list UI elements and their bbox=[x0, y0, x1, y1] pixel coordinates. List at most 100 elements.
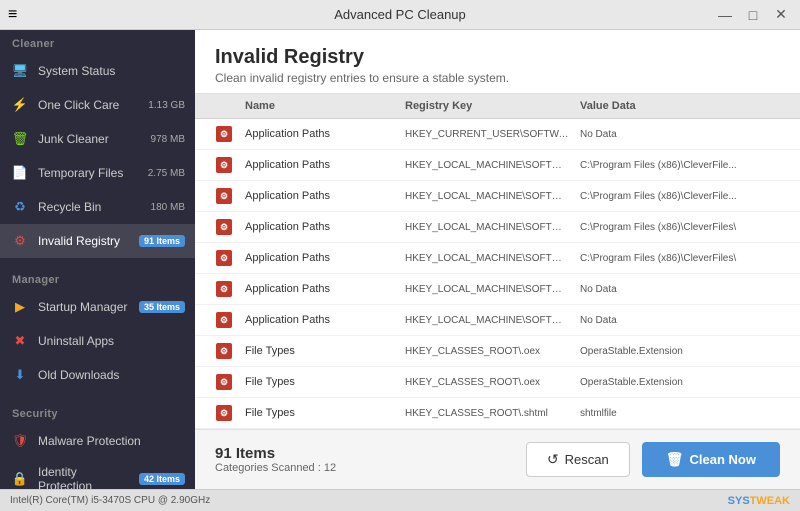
row-name: Application Paths bbox=[245, 221, 405, 233]
row-value: C:\Program Files (x86)\CleverFile... bbox=[580, 160, 780, 171]
minimize-button[interactable]: — bbox=[714, 4, 736, 26]
startup-manager-badge: 35 Items bbox=[139, 301, 185, 313]
row-key: HKEY_LOCAL_MACHINE\SOFTWARE\Classes\Appl… bbox=[405, 191, 580, 202]
sidebar-label-temporary-files: Temporary Files bbox=[38, 166, 140, 180]
item-count: 91 Items bbox=[215, 445, 336, 462]
rescan-button[interactable]: ↺ Rescan bbox=[526, 442, 630, 477]
row-name: Application Paths bbox=[245, 190, 405, 202]
sidebar-item-one-click-care[interactable]: ⚡ One Click Care 1.13 GB bbox=[0, 88, 195, 122]
row-name: Application Paths bbox=[245, 314, 405, 326]
malware-icon: 🛡 bbox=[10, 431, 30, 451]
app-body: Cleaner 🖥 System Status ⚡ One Click Care… bbox=[0, 30, 800, 489]
maximize-button[interactable]: □ bbox=[742, 4, 764, 26]
row-name: File Types bbox=[245, 376, 405, 388]
table-row: ⚙ Application Paths HKEY_LOCAL_MACHINE\S… bbox=[195, 150, 800, 181]
row-value: OperaStable.Extension bbox=[580, 346, 780, 357]
rescan-label: Rescan bbox=[565, 452, 609, 467]
invalid-registry-badge: 91 Items bbox=[139, 235, 185, 247]
content-header: Invalid Registry Clean invalid registry … bbox=[195, 30, 800, 94]
sidebar-label-one-click-care: One Click Care bbox=[38, 98, 140, 112]
sidebar-item-identity-protection[interactable]: 🔒 Identity Protection 42 Items bbox=[0, 458, 195, 489]
brand-sys: SYS bbox=[728, 495, 750, 507]
row-value: C:\Program Files (x86)\CleverFile... bbox=[580, 191, 780, 202]
reg-icon: ⚙ bbox=[216, 281, 232, 297]
app-title: Advanced PC Cleanup bbox=[334, 7, 466, 22]
cpu-info: Intel(R) Core(TM) i5-3470S CPU @ 2.90GHz bbox=[10, 495, 210, 506]
clean-label: Clean Now bbox=[690, 452, 756, 467]
sidebar-item-junk-cleaner[interactable]: 🗑 Junk Cleaner 978 MB bbox=[0, 122, 195, 156]
reg-icon: ⚙ bbox=[216, 250, 232, 266]
table-row: ⚙ Application Paths HKEY_CURRENT_USER\SO… bbox=[195, 119, 800, 150]
sidebar-item-old-downloads[interactable]: ⬇ Old Downloads bbox=[0, 358, 195, 392]
reg-icon: ⚙ bbox=[216, 219, 232, 235]
table-row: ⚙ Application Paths HKEY_LOCAL_MACHINE\S… bbox=[195, 243, 800, 274]
sidebar-label-invalid-registry: Invalid Registry bbox=[38, 234, 131, 248]
footer-buttons: ↺ Rescan 🗑 Clean Now bbox=[526, 442, 780, 477]
registry-icon: ⚙ bbox=[10, 231, 30, 251]
row-registry-icon: ⚙ bbox=[215, 311, 233, 329]
temporary-files-size: 2.75 MB bbox=[148, 168, 185, 179]
junk-cleaner-size: 978 MB bbox=[151, 134, 185, 145]
temp-icon: 📄 bbox=[10, 163, 30, 183]
row-registry-icon: ⚙ bbox=[215, 125, 233, 143]
row-registry-icon: ⚙ bbox=[215, 373, 233, 391]
row-registry-icon: ⚙ bbox=[215, 342, 233, 360]
col-name-header: Name bbox=[245, 100, 405, 112]
hamburger-icon[interactable]: ≡ bbox=[8, 6, 17, 24]
row-value: shtmlfile bbox=[580, 408, 780, 419]
row-name: Application Paths bbox=[245, 252, 405, 264]
page-title: Invalid Registry bbox=[215, 46, 780, 69]
sidebar-label-recycle-bin: Recycle Bin bbox=[38, 200, 143, 214]
sidebar-item-recycle-bin[interactable]: ♻ Recycle Bin 180 MB bbox=[0, 190, 195, 224]
clean-now-button[interactable]: 🗑 Clean Now bbox=[642, 442, 780, 477]
categories-scanned: Categories Scanned : 12 bbox=[215, 462, 336, 474]
identity-icon: 🔒 bbox=[10, 469, 30, 489]
clean-icon: 🗑 bbox=[666, 451, 684, 468]
page-subtitle: Clean invalid registry entries to ensure… bbox=[215, 71, 780, 85]
sidebar-item-uninstall-apps[interactable]: ✖ Uninstall Apps bbox=[0, 324, 195, 358]
sidebar-item-temporary-files[interactable]: 📄 Temporary Files 2.75 MB bbox=[0, 156, 195, 190]
sidebar-label-identity-protection: Identity Protection bbox=[38, 465, 131, 489]
row-value: C:\Program Files (x86)\CleverFiles\ bbox=[580, 222, 780, 233]
sidebar-security-label: Security bbox=[0, 400, 195, 424]
brand-logo: SYSTWEAK bbox=[728, 495, 790, 507]
row-name: File Types bbox=[245, 345, 405, 357]
col-key-header: Registry Key bbox=[405, 100, 580, 112]
reg-icon: ⚙ bbox=[216, 374, 232, 390]
content-footer: 91 Items Categories Scanned : 12 ↺ Resca… bbox=[195, 429, 800, 489]
row-registry-icon: ⚙ bbox=[215, 249, 233, 267]
table-row: ⚙ Application Paths HKEY_LOCAL_MACHINE\S… bbox=[195, 305, 800, 336]
sidebar-label-junk-cleaner: Junk Cleaner bbox=[38, 132, 143, 146]
row-registry-icon: ⚙ bbox=[215, 156, 233, 174]
identity-protection-badge: 42 Items bbox=[139, 473, 185, 485]
row-registry-icon: ⚙ bbox=[215, 218, 233, 236]
row-key: HKEY_LOCAL_MACHINE\SOFTWARE\Microsoft\Wi… bbox=[405, 315, 580, 326]
close-button[interactable]: ✕ bbox=[770, 4, 792, 26]
junk-icon: 🗑 bbox=[10, 129, 30, 149]
monitor-icon: 🖥 bbox=[10, 61, 30, 81]
row-name: Application Paths bbox=[245, 159, 405, 171]
title-bar-left: ≡ bbox=[8, 6, 17, 24]
row-key: HKEY_CURRENT_USER\SOFTWARE\Microsoft\Win… bbox=[405, 129, 580, 140]
col-value-header: Value Data bbox=[580, 100, 780, 112]
sidebar-item-startup-manager[interactable]: ▶ Startup Manager 35 Items bbox=[0, 290, 195, 324]
row-value: C:\Program Files (x86)\CleverFiles\ bbox=[580, 253, 780, 264]
reg-icon: ⚙ bbox=[216, 126, 232, 142]
sidebar-label-old-downloads: Old Downloads bbox=[38, 368, 185, 382]
sidebar-label-system-status: System Status bbox=[38, 64, 185, 78]
table-row: ⚙ Application Paths HKEY_LOCAL_MACHINE\S… bbox=[195, 181, 800, 212]
row-value: OperaStable.Extension bbox=[580, 377, 780, 388]
sidebar-manager-label: Manager bbox=[0, 266, 195, 290]
sidebar-item-malware-protection[interactable]: 🛡 Malware Protection bbox=[0, 424, 195, 458]
row-value: No Data bbox=[580, 315, 780, 326]
sidebar-item-system-status[interactable]: 🖥 System Status bbox=[0, 54, 195, 88]
sidebar-label-uninstall-apps: Uninstall Apps bbox=[38, 334, 185, 348]
table-row: ⚙ Application Paths HKEY_LOCAL_MACHINE\S… bbox=[195, 212, 800, 243]
row-registry-icon: ⚙ bbox=[215, 280, 233, 298]
row-value: No Data bbox=[580, 129, 780, 140]
recycle-bin-size: 180 MB bbox=[151, 202, 185, 213]
row-key: HKEY_CLASSES_ROOT\.shtml bbox=[405, 408, 580, 419]
sidebar-label-startup-manager: Startup Manager bbox=[38, 300, 131, 314]
sidebar-item-invalid-registry[interactable]: ⚙ Invalid Registry 91 Items bbox=[0, 224, 195, 258]
rescan-icon: ↺ bbox=[547, 451, 559, 468]
